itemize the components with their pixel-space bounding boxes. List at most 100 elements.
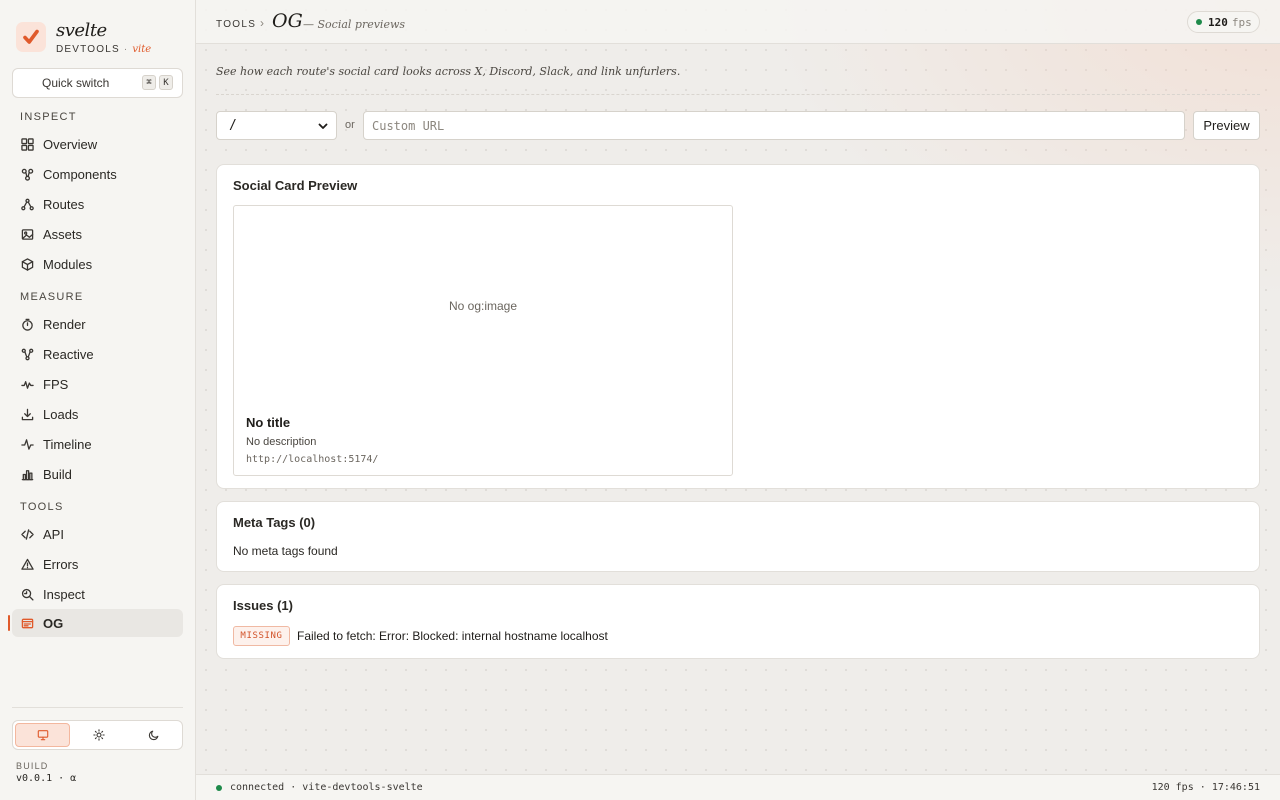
sidebar-item-label: Assets xyxy=(43,226,83,242)
breadcrumb-separator: › xyxy=(260,16,264,30)
issue-text: Failed to fetch: Error: Blocked: interna… xyxy=(297,629,608,643)
app-root: svelte DEVTOOLS · vite Quick switch ⌘ K … xyxy=(0,0,1280,800)
connection-status-dot xyxy=(216,785,222,791)
topbar: TOOLS › OG — Social previews 120 fps xyxy=(196,0,1280,44)
status-separator: · xyxy=(1199,782,1206,793)
social-card-preview: No og:image No title No description http… xyxy=(233,205,733,476)
project-name: vite-devtools-svelte xyxy=(302,782,423,793)
sidebar-item-label: Render xyxy=(43,316,86,332)
stopwatch-icon xyxy=(22,318,33,331)
fps-indicator: 120 fps xyxy=(1187,11,1260,33)
theme-system-button[interactable] xyxy=(15,723,70,747)
sidebar-item-overview[interactable]: Overview xyxy=(12,130,183,158)
sidebar-item-label: Reactive xyxy=(43,346,94,362)
sidebar-item-label: Loads xyxy=(43,406,79,422)
meta-tags-title: Meta Tags (0) xyxy=(233,515,316,530)
svelte-logo-icon xyxy=(16,22,46,52)
moon-icon xyxy=(148,730,158,741)
sidebar-item-label: Routes xyxy=(43,196,85,212)
graph-icon xyxy=(21,348,34,360)
sidebar-item-label: Inspect xyxy=(43,586,85,602)
custom-url-input[interactable] xyxy=(363,111,1185,140)
issues-section: Issues (1) MISSING Failed to fetch: Erro… xyxy=(216,584,1260,659)
image-icon xyxy=(21,228,34,240)
quick-switch-button[interactable]: Quick switch ⌘ K xyxy=(12,68,183,98)
sidebar-item-label: OG xyxy=(43,615,64,631)
brand-accent: vite xyxy=(132,44,152,55)
main-content: TOOLS › OG — Social previews 120 fps See… xyxy=(196,0,1280,800)
download-icon xyxy=(21,408,34,420)
og-url: http://localhost:5174/ xyxy=(246,454,379,465)
route-select-value: / xyxy=(229,118,237,133)
card-icon xyxy=(21,618,34,628)
sidebar-item-label: Overview xyxy=(43,136,98,152)
brand-separator: · xyxy=(123,44,129,55)
cube-icon xyxy=(21,257,34,271)
connection-status: connected xyxy=(230,782,285,793)
social-card-section: Social Card Preview No og:image No title… xyxy=(216,164,1260,489)
meta-tags-section: Meta Tags (0) No meta tags found xyxy=(216,501,1260,572)
components-icon xyxy=(21,168,34,181)
k-key: K xyxy=(159,75,173,90)
sidebar-item-components[interactable]: Components xyxy=(12,160,183,188)
sidebar-item-label: FPS xyxy=(43,376,69,392)
brand-name: svelte xyxy=(56,20,107,41)
sidebar-item-label: Components xyxy=(43,166,117,182)
sidebar-item-render[interactable]: Render xyxy=(12,310,183,338)
bar-chart-icon xyxy=(21,469,34,480)
status-bar: connected · vite-devtools-svelte 120 fps… xyxy=(196,774,1280,800)
fps-value: 120 xyxy=(1208,15,1228,29)
sidebar-item-inspect[interactable]: Inspect xyxy=(12,580,183,608)
fps-unit: fps xyxy=(1231,15,1252,29)
status-separator: · xyxy=(290,782,297,793)
brand-sub-label: DEVTOOLS xyxy=(56,44,120,55)
theme-toggle xyxy=(12,720,183,750)
active-indicator xyxy=(8,615,10,631)
sidebar-item-assets[interactable]: Assets xyxy=(12,220,183,248)
brand[interactable]: svelte DEVTOOLS · vite xyxy=(16,22,151,55)
quick-switch-label: Quick switch xyxy=(42,76,110,90)
social-card-title: Social Card Preview xyxy=(233,178,358,193)
sidebar-item-errors[interactable]: Errors xyxy=(12,550,183,578)
build-label: BUILD xyxy=(16,761,49,771)
breadcrumb-section[interactable]: TOOLS xyxy=(216,19,256,30)
pulse-icon xyxy=(21,380,34,389)
og-description: No description xyxy=(246,436,317,448)
status-fps: 120 fps xyxy=(1151,782,1194,793)
routes-icon xyxy=(21,198,34,210)
issues-title: Issues (1) xyxy=(233,598,293,613)
grid-icon xyxy=(21,137,34,151)
sidebar-item-fps[interactable]: FPS xyxy=(12,370,183,398)
brand-text: svelte DEVTOOLS · vite xyxy=(56,20,151,56)
activity-icon xyxy=(21,438,34,450)
sidebar-item-routes[interactable]: Routes xyxy=(12,190,183,218)
intro-divider xyxy=(216,94,1260,95)
route-select[interactable]: / xyxy=(216,111,337,140)
sidebar-item-reactive[interactable]: Reactive xyxy=(12,340,183,368)
page-subtitle: — Social previews xyxy=(303,18,406,31)
nav-section-measure: MEASURE xyxy=(20,291,84,303)
sidebar-item-modules[interactable]: Modules xyxy=(12,250,183,278)
sidebar-divider xyxy=(12,707,183,708)
og-title: No title xyxy=(246,415,291,430)
og-image-placeholder: No og:image xyxy=(234,206,732,406)
monitor-icon xyxy=(37,730,48,741)
preview-button[interactable]: Preview xyxy=(1193,111,1260,140)
sidebar-item-label: Modules xyxy=(43,256,93,272)
sidebar-item-og[interactable]: OG xyxy=(12,609,183,637)
quick-switch-shortcut: ⌘ K xyxy=(142,75,173,90)
sidebar-item-label: Build xyxy=(43,466,72,482)
sidebar-item-loads[interactable]: Loads xyxy=(12,400,183,428)
brand-subtitle: DEVTOOLS · vite xyxy=(56,44,151,55)
nav-section-inspect: INSPECT xyxy=(20,111,77,123)
sidebar-item-timeline[interactable]: Timeline xyxy=(12,430,183,458)
sidebar-item-label: Timeline xyxy=(43,436,92,452)
meta-tags-empty: No meta tags found xyxy=(233,544,338,558)
og-image-placeholder-text: No og:image xyxy=(448,299,518,313)
theme-dark-button[interactable] xyxy=(127,723,180,747)
sidebar-item-api[interactable]: API xyxy=(12,520,183,548)
sidebar-item-build[interactable]: Build xyxy=(12,460,183,488)
theme-light-button[interactable] xyxy=(72,723,125,747)
status-left: connected · vite-devtools-svelte xyxy=(230,782,423,793)
fps-status-dot xyxy=(1196,19,1202,25)
